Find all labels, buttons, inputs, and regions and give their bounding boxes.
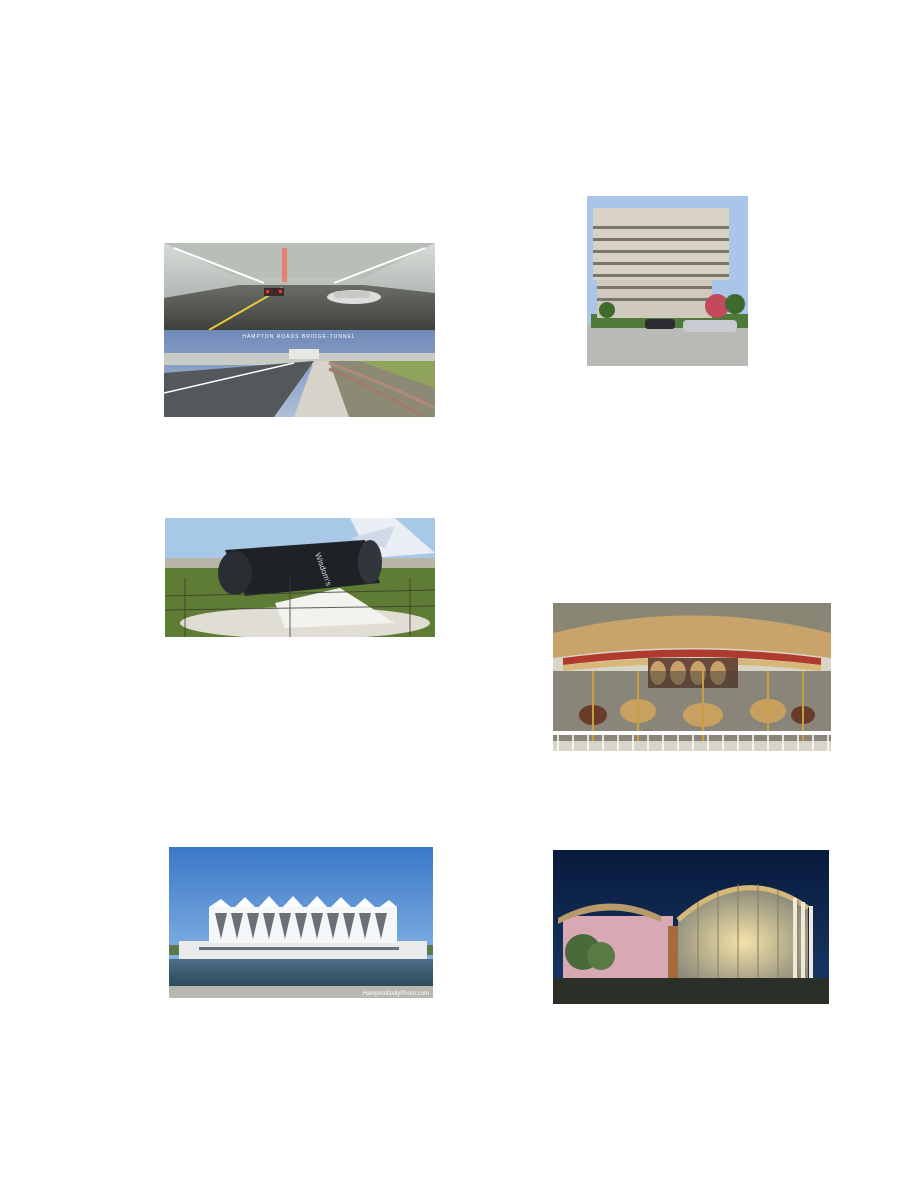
coliseum-watermark: HamptonDailyPhoto.com bbox=[363, 991, 429, 997]
bridge-tunnel-caption: HAMPTON ROADS BRIDGE-TUNNEL bbox=[242, 334, 355, 340]
photo-museum-night bbox=[553, 850, 829, 1004]
photo-coliseum: HamptonDailyPhoto.com bbox=[169, 847, 433, 998]
photo-bottle-monument: Wisdom's bbox=[165, 518, 435, 637]
photo-carousel bbox=[553, 603, 831, 751]
photo-office-building bbox=[587, 196, 748, 366]
photo-bridge-tunnel: HAMPTON ROADS BRIDGE-TUNNEL bbox=[164, 243, 435, 417]
